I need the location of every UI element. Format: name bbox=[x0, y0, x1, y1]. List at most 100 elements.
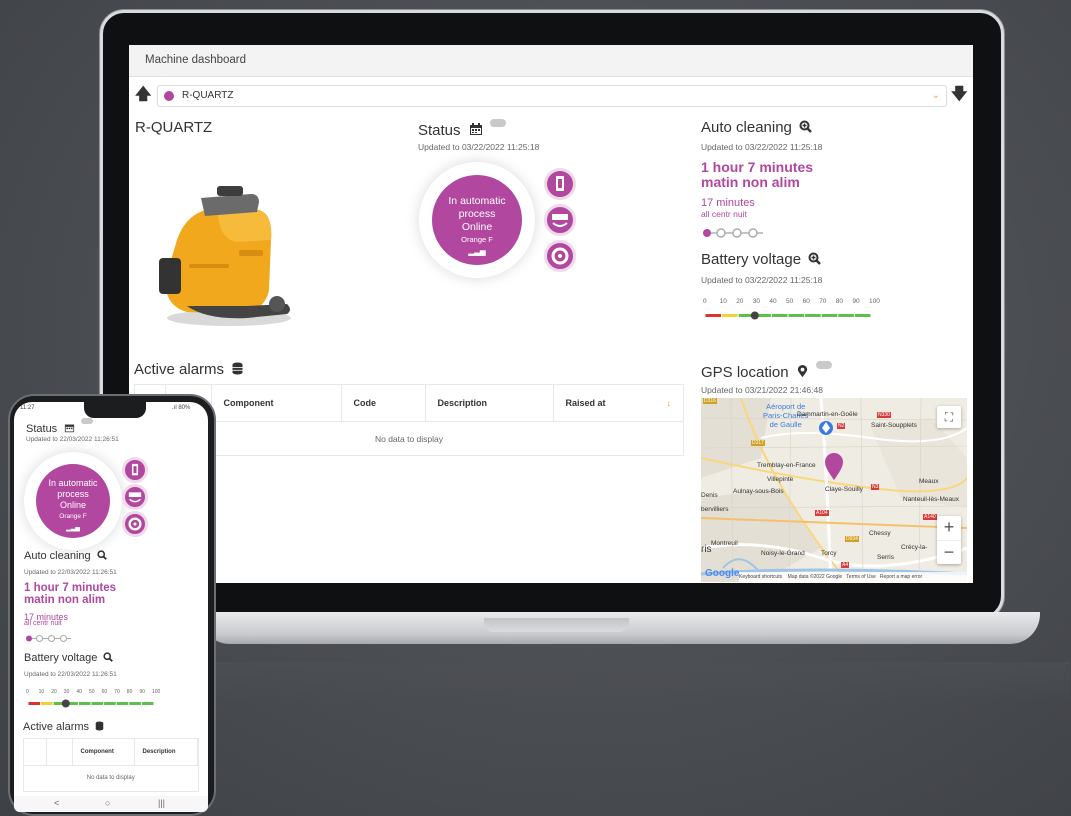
battery-gauge bbox=[705, 311, 871, 320]
battery-scale-label: 10 bbox=[38, 689, 45, 695]
cleaning-program: matin non alim bbox=[701, 174, 800, 190]
status-network: Orange F bbox=[461, 235, 493, 244]
map-place: Aulnay-sous-Bois bbox=[733, 488, 784, 495]
map-place: Tremblay-en-France bbox=[757, 462, 816, 469]
status-indicator: In automatic process Online Orange F ▂▃▅ bbox=[419, 162, 535, 278]
phone-status-title: Status bbox=[26, 418, 94, 435]
home-nav-button[interactable]: ○ bbox=[105, 798, 110, 808]
battery-scale-label: 0 bbox=[703, 298, 707, 305]
battery-scale-label: 30 bbox=[63, 689, 70, 695]
zoom-icon[interactable] bbox=[799, 120, 812, 133]
zoom-icon[interactable] bbox=[808, 252, 822, 265]
phone-tank-button[interactable] bbox=[122, 457, 148, 483]
zoom-icon[interactable] bbox=[103, 652, 114, 662]
phone-cleaning-program: matin non alim bbox=[24, 594, 106, 606]
road-badge: A140 bbox=[923, 514, 937, 520]
gps-title-text: GPS location bbox=[701, 364, 789, 381]
alarms-title: Active alarms bbox=[134, 361, 244, 378]
battery-scale-label: 50 bbox=[89, 689, 95, 695]
alarms-col-component[interactable]: Component bbox=[211, 385, 342, 421]
brush-button[interactable] bbox=[544, 204, 576, 236]
tank-icon bbox=[131, 463, 139, 476]
phone-cleaning-pager[interactable] bbox=[24, 634, 76, 643]
page-title: Machine dashboard bbox=[129, 45, 973, 77]
alarms-header-row: Component Code Description Raised at ↓ bbox=[135, 385, 683, 421]
status-line1: In automatic bbox=[48, 478, 98, 488]
auto-cleaning-title-text: Auto cleaning bbox=[701, 119, 792, 136]
map-place: Crécy-la- bbox=[901, 544, 928, 551]
gps-map[interactable]: Aéroport de Paris-Charles de Gaulle Damm… bbox=[701, 398, 967, 582]
battery-scale-label: 70 bbox=[114, 689, 120, 695]
laptop-shadow bbox=[210, 662, 1070, 702]
machine-select[interactable]: R-QUARTZ ⌄ bbox=[157, 85, 947, 107]
phone-alarms-title: Active alarms bbox=[23, 721, 104, 733]
road-badge: N2 bbox=[837, 423, 846, 429]
phone-auto-updated: Updated to 22/03/2022 11:26:51 bbox=[24, 569, 117, 576]
battery-scale-label: 60 bbox=[802, 298, 810, 305]
phone-status-core: In automatic process Online Orange F ▂▃▅ bbox=[36, 464, 110, 538]
map-place: Saint-Soupplets bbox=[871, 422, 917, 429]
previous-machine-button[interactable]: 🡅 bbox=[135, 85, 151, 105]
status-toggle-off[interactable] bbox=[489, 119, 506, 127]
machine-select-value: R-QUARTZ bbox=[182, 90, 234, 101]
phone-notch bbox=[84, 402, 146, 418]
alarms-col-code[interactable]: Code bbox=[341, 385, 426, 421]
battery-segment bbox=[91, 702, 104, 705]
battery-segment bbox=[705, 314, 722, 317]
cleaning-program-2: all centr nuit bbox=[701, 209, 747, 219]
phone-brush-button[interactable] bbox=[122, 484, 148, 510]
brush-icon bbox=[128, 492, 142, 503]
phone-alarms-col-component[interactable]: Component bbox=[72, 739, 135, 765]
phone-status-toggle-off[interactable] bbox=[81, 418, 94, 424]
cleaning-duration: 1 hour 7 minutes bbox=[701, 159, 814, 175]
map-pin-icon bbox=[797, 365, 807, 378]
battery-segment bbox=[838, 314, 854, 317]
map-footer-link[interactable]: Keyboard shortcuts bbox=[739, 574, 782, 580]
phone-status-indicator: In automatic process Online Orange F ▂▃▅ bbox=[24, 452, 122, 550]
phone-auto-cleaning-title: Auto cleaning bbox=[24, 550, 107, 562]
map-footer-link[interactable]: Report a map error bbox=[880, 574, 922, 580]
calendar-icon[interactable] bbox=[64, 423, 75, 433]
alarms-col-description[interactable]: Description bbox=[425, 385, 554, 421]
battery-segment bbox=[141, 702, 154, 705]
sort-arrow-icon: ↓ bbox=[666, 397, 672, 408]
recents-nav-button[interactable]: ||| bbox=[158, 798, 165, 808]
road-badge: D316 bbox=[703, 398, 717, 404]
calendar-icon[interactable] bbox=[469, 123, 483, 136]
zoom-out-button[interactable]: − bbox=[937, 540, 961, 564]
phone-auto-title-text: Auto cleaning bbox=[24, 550, 91, 562]
phone-squeegee-button[interactable] bbox=[122, 511, 148, 537]
status-line3: Online bbox=[59, 500, 86, 510]
squeegee-button[interactable] bbox=[544, 240, 576, 272]
laptop-screen: Machine dashboard 🡅 R-QUARTZ ⌄ 🡇 R-QUART… bbox=[129, 45, 973, 583]
alarms-col-raised-at[interactable]: Raised at ↓ bbox=[553, 385, 683, 421]
road-badge: A4 bbox=[841, 562, 850, 568]
phone-alarms-col-description[interactable]: Description bbox=[134, 739, 198, 765]
battery-title-text: Battery voltage bbox=[701, 251, 802, 268]
map-place: Denis bbox=[701, 492, 718, 499]
gps-toggle-off[interactable] bbox=[815, 361, 832, 369]
zoom-in-button[interactable]: + bbox=[937, 516, 961, 540]
status-updated: Updated to 03/22/2022 11:25:18 bbox=[418, 142, 540, 152]
status-network: Orange F bbox=[59, 513, 87, 520]
machine-image bbox=[159, 186, 291, 326]
battery-scale-label: 10 bbox=[719, 298, 727, 305]
map-fullscreen-button[interactable]: ⛶ bbox=[937, 406, 961, 428]
zoom-icon[interactable] bbox=[97, 550, 107, 560]
tank-icon bbox=[556, 176, 564, 191]
battery-segment bbox=[116, 702, 129, 705]
phone-alarms-col-check bbox=[24, 739, 47, 765]
back-nav-button[interactable]: < bbox=[54, 798, 59, 808]
gear-icon bbox=[128, 517, 142, 531]
next-machine-button[interactable]: 🡇 bbox=[951, 85, 967, 105]
map-footer-link[interactable]: Terms of Use bbox=[846, 574, 875, 580]
alarms-title-text: Active alarms bbox=[134, 361, 225, 378]
phone-alarms-empty-text: No data to display bbox=[24, 764, 198, 791]
battery-segment bbox=[104, 702, 116, 705]
tank-button[interactable] bbox=[544, 168, 576, 200]
cleaning-history-pager[interactable] bbox=[701, 227, 769, 239]
signal-icon: ▂▃▅ bbox=[468, 247, 486, 256]
battery-scale-label: 60 bbox=[101, 689, 108, 695]
google-logo: Google bbox=[705, 568, 740, 579]
phone-battery-title: Battery voltage bbox=[24, 652, 114, 664]
